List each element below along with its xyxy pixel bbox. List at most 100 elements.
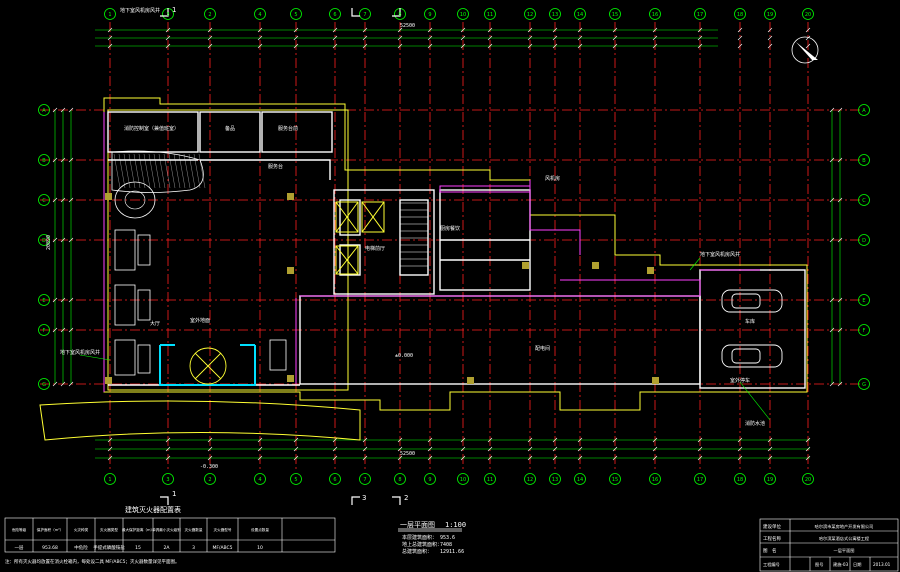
- extinguisher-table-header: 设置点数量: [251, 527, 269, 532]
- area-label: 本层建筑面积：: [402, 534, 437, 541]
- grid-bubble-label: 2: [208, 477, 211, 483]
- grid-bubble-label: 10: [460, 12, 466, 18]
- grid-bubble-label: 6: [333, 12, 336, 18]
- room-label: 服务台前: [278, 125, 298, 132]
- grid-bubble-label: A: [42, 108, 46, 114]
- extinguisher-table-cell: 15: [135, 545, 141, 551]
- grid-bubble-label: 14: [577, 12, 583, 18]
- title-block-footer: 2013.01: [873, 562, 891, 567]
- title-block-value: 哈尔滨市某房地产开发有限公司: [815, 523, 874, 530]
- grid-bubble-label: 7: [363, 477, 366, 483]
- room-label: 室外停车: [730, 377, 750, 384]
- grid-bubble-label: E: [862, 298, 865, 304]
- overall-dim-top: 52500: [400, 23, 415, 29]
- grid-bubble-label: 13: [552, 12, 558, 18]
- grid-bubble-label: 3: [166, 477, 169, 483]
- grid-bubble-label: 6: [333, 477, 336, 483]
- extinguisher-table-cell: MF/ABC5: [212, 545, 232, 551]
- grid-bubble-label: 9: [428, 477, 431, 483]
- grid-bubble-label: B: [42, 158, 46, 164]
- grid-bubble-label: 18: [737, 477, 743, 483]
- plan-scale: 1:100: [445, 521, 466, 529]
- extinguisher-table-title: 建筑灭火器配置表: [125, 505, 181, 514]
- grid-bubble-label: 20: [805, 12, 811, 18]
- grid-bubble-label: A: [862, 108, 866, 114]
- grid-bubble-label: 20: [805, 477, 811, 483]
- grid-bubble-label: D: [862, 238, 866, 244]
- title-block-footer: 图号: [815, 562, 823, 568]
- grid-bubble-label: 19: [767, 477, 773, 483]
- grid-bubble-label: 12: [527, 477, 533, 483]
- left-note: 地下室风机房风井: [60, 349, 100, 356]
- grid-bubble-label: 15: [612, 477, 618, 483]
- grid-bubble-label: 13: [552, 477, 558, 483]
- grid-bubble-label: 4: [258, 12, 261, 18]
- room-label: 厨房餐饮: [440, 225, 460, 232]
- extinguisher-table-header: 灭火器类型: [100, 527, 118, 532]
- grid-bubble-label: B: [862, 158, 866, 164]
- grid-bubble-label: 16: [652, 12, 658, 18]
- extinguisher-table-header: 危险等级: [12, 527, 27, 532]
- area-value: 12911.66: [440, 549, 464, 555]
- elevation-plus: ±0.000: [395, 353, 413, 359]
- extinguisher-table-cell: 2A: [164, 545, 171, 551]
- grid-bubble-label: 16: [652, 477, 658, 483]
- grid-bubble-label: 12: [527, 12, 533, 18]
- room-label: 电梯前厅: [365, 245, 385, 252]
- room-label: 消防水池: [745, 420, 765, 427]
- overall-dim-left: 20890: [46, 235, 52, 250]
- grid-bubble-label: 7: [363, 12, 366, 18]
- room-label: 大厅: [150, 320, 160, 327]
- section-mark-label: 3: [362, 494, 366, 502]
- grid-bubble-label: 11: [487, 12, 493, 18]
- top-note: 地下室风机房风井: [120, 7, 160, 14]
- extinguisher-table-header: 灭火器数量: [185, 527, 203, 532]
- overall-dim-bottom: 52500: [400, 451, 415, 457]
- area-value: 953.6: [440, 535, 455, 541]
- grid-bubble-label: 1: [108, 477, 111, 483]
- grid-bubble-label: 17: [697, 12, 703, 18]
- area-label: 总建筑面积：: [402, 548, 432, 555]
- title-block-label: 建设单位: [763, 523, 781, 530]
- room-label: 消防控制室（兼值班室）: [124, 125, 179, 132]
- extinguisher-table-cell: 手提式磷酸铵盐: [93, 544, 125, 551]
- grid-bubble-label: 11: [487, 477, 493, 483]
- grid-bubble-label: 9: [428, 12, 431, 18]
- grid-bubble-label: 19: [767, 12, 773, 18]
- room-label: 风机房: [545, 175, 560, 182]
- room-label: 室外地面: [190, 317, 210, 324]
- grid-bubble-label: C: [42, 198, 46, 204]
- extinguisher-table-header: 保护面积（m²）: [37, 527, 64, 532]
- grid-bubble-label: F: [863, 328, 866, 334]
- grid-bubble-label: 10: [460, 477, 466, 483]
- text-layer: 1133224455667788991010111112121313141415…: [5, 6, 891, 568]
- extinguisher-table-cell: 953.68: [42, 545, 58, 551]
- section-mark-label: 1: [172, 6, 176, 14]
- grid-bubble-label: 3: [166, 12, 169, 18]
- grid-bubble-label: 1: [108, 12, 111, 18]
- grid-bubble-label: E: [42, 298, 45, 304]
- extinguisher-table-header: 单具最小灭火级别: [152, 527, 181, 532]
- grid-bubble-label: 18: [737, 12, 743, 18]
- title-block-value: 一层平面图: [834, 548, 855, 554]
- right-note: 地下室风机房风井: [700, 251, 740, 258]
- extinguisher-table-cell: 3: [192, 545, 195, 551]
- grid-bubble-label: G: [862, 382, 866, 388]
- title-block-footer: 工程编号: [763, 561, 780, 568]
- grid-bubble-label: 5: [294, 12, 297, 18]
- grid-bubble-label: G: [42, 382, 46, 388]
- grid-bubble-label: 15: [612, 12, 618, 18]
- extinguisher-table-cell: 10: [257, 545, 263, 551]
- grid-bubble-label: F: [43, 328, 46, 334]
- section-mark-label: 1: [172, 490, 176, 498]
- grid-bubble-label: 14: [577, 477, 583, 483]
- area-label: 地上总建筑面积：: [402, 541, 442, 548]
- grid-bubble-label: 4: [258, 477, 261, 483]
- elevation-minus: -0.300: [200, 464, 218, 470]
- extinguisher-table-note: 注：所有灭火器均放置在消火栓箱内，每处设二具 MF/ABC5；灭火器数量详见平面…: [5, 558, 180, 565]
- grid-bubble-label: 17: [697, 477, 703, 483]
- grid-bubble-label: 8: [398, 477, 401, 483]
- extinguisher-table-header: 最大保护距离（m）: [122, 527, 154, 532]
- plan-title: 一层平面图: [400, 521, 435, 529]
- extinguisher-table-header: 灭火器型号: [214, 527, 232, 532]
